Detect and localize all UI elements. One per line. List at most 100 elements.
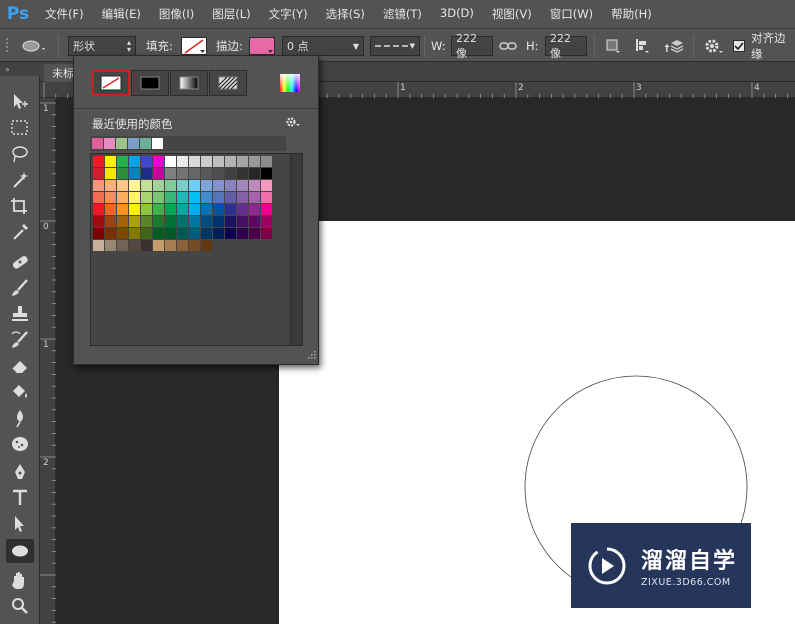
- color-swatch[interactable]: [165, 240, 176, 251]
- color-swatch[interactable]: [141, 192, 152, 203]
- history-brush-icon[interactable]: [6, 328, 34, 352]
- color-swatch[interactable]: [177, 192, 188, 203]
- color-swatch[interactable]: [237, 228, 248, 239]
- gear-icon[interactable]: [703, 36, 725, 56]
- recent-color-swatch[interactable]: [92, 138, 103, 149]
- color-swatch[interactable]: [117, 156, 128, 167]
- color-swatch[interactable]: [153, 156, 164, 167]
- stroke-width-field[interactable]: 0 点 ▼: [282, 36, 364, 56]
- color-swatch[interactable]: [153, 180, 164, 191]
- recent-color-swatch[interactable]: [152, 138, 163, 149]
- resize-grip-icon[interactable]: [308, 349, 316, 362]
- color-swatch[interactable]: [129, 156, 140, 167]
- color-swatch[interactable]: [165, 192, 176, 203]
- color-swatch[interactable]: [201, 180, 212, 191]
- rectangular-marquee-icon[interactable]: [6, 116, 34, 140]
- color-swatch[interactable]: [177, 180, 188, 191]
- color-swatch[interactable]: [129, 228, 140, 239]
- color-swatch[interactable]: [105, 228, 116, 239]
- color-swatch[interactable]: [177, 240, 188, 251]
- magic-wand-icon[interactable]: [6, 168, 34, 192]
- color-swatch[interactable]: [213, 216, 224, 227]
- color-swatch[interactable]: [249, 156, 260, 167]
- color-swatch[interactable]: [225, 168, 236, 179]
- color-swatch[interactable]: [249, 192, 260, 203]
- color-swatch[interactable]: [93, 192, 104, 203]
- color-swatch[interactable]: [117, 216, 128, 227]
- color-swatch[interactable]: [117, 228, 128, 239]
- color-swatch[interactable]: [213, 156, 224, 167]
- pattern-button[interactable]: [209, 70, 247, 96]
- type-tool-icon[interactable]: [6, 486, 34, 510]
- color-swatch[interactable]: [177, 228, 188, 239]
- color-swatch[interactable]: [201, 228, 212, 239]
- color-swatch[interactable]: [237, 156, 248, 167]
- mode-select[interactable]: 形状 ▴ ▾: [68, 36, 136, 56]
- color-swatch[interactable]: [165, 216, 176, 227]
- lasso-icon[interactable]: [6, 142, 34, 166]
- tool-preset-picker[interactable]: [20, 29, 50, 63]
- color-swatch[interactable]: [189, 216, 200, 227]
- color-swatch[interactable]: [105, 240, 116, 251]
- color-swatch[interactable]: [201, 216, 212, 227]
- color-swatch[interactable]: [237, 192, 248, 203]
- crop-tool-icon[interactable]: [6, 194, 34, 218]
- path-operations-icon[interactable]: [604, 37, 622, 55]
- menu-item[interactable]: 3D(D): [431, 6, 483, 22]
- color-swatch[interactable]: [93, 156, 104, 167]
- eyedropper-icon[interactable]: [6, 220, 34, 244]
- menu-item[interactable]: 文件(F): [36, 6, 93, 22]
- path-selection-icon[interactable]: [6, 512, 34, 536]
- width-field[interactable]: 222 像: [451, 32, 493, 60]
- color-swatch[interactable]: [189, 228, 200, 239]
- color-swatch[interactable]: [249, 228, 260, 239]
- spot-healing-icon[interactable]: [6, 250, 34, 274]
- menu-item[interactable]: 图像(I): [150, 6, 203, 22]
- menu-item[interactable]: 窗口(W): [541, 6, 602, 22]
- swatches-scrollbar[interactable]: [290, 154, 302, 345]
- color-swatch[interactable]: [129, 192, 140, 203]
- color-swatch[interactable]: [261, 180, 272, 191]
- color-swatch[interactable]: [165, 168, 176, 179]
- color-swatch[interactable]: [177, 204, 188, 215]
- ellipse-tool-icon[interactable]: [6, 539, 34, 563]
- stroke-type-select[interactable]: ▼: [370, 36, 420, 56]
- zoom-tool-icon[interactable]: [6, 594, 34, 618]
- collapse-grip-icon[interactable]: »: [0, 62, 40, 76]
- color-swatch[interactable]: [225, 216, 236, 227]
- color-swatch[interactable]: [153, 168, 164, 179]
- color-swatch[interactable]: [177, 168, 188, 179]
- color-swatch[interactable]: [141, 180, 152, 191]
- color-swatch[interactable]: [129, 168, 140, 179]
- color-swatch[interactable]: [93, 168, 104, 179]
- color-swatch[interactable]: [237, 216, 248, 227]
- color-swatch[interactable]: [261, 168, 272, 179]
- recent-color-swatch[interactable]: [140, 138, 151, 149]
- color-swatch[interactable]: [261, 216, 272, 227]
- color-swatch[interactable]: [117, 192, 128, 203]
- path-alignment-icon[interactable]: [633, 37, 651, 55]
- color-swatch[interactable]: [93, 204, 104, 215]
- brush-tool-icon[interactable]: [6, 276, 34, 300]
- color-swatch[interactable]: [213, 228, 224, 239]
- color-picker-button[interactable]: [280, 74, 300, 95]
- color-swatch[interactable]: [141, 228, 152, 239]
- color-swatch[interactable]: [105, 168, 116, 179]
- solid-color-button[interactable]: [131, 70, 169, 96]
- color-swatch[interactable]: [237, 168, 248, 179]
- color-swatch[interactable]: [177, 216, 188, 227]
- color-swatch[interactable]: [261, 156, 272, 167]
- stroke-swatch[interactable]: [249, 37, 275, 55]
- color-swatch[interactable]: [261, 192, 272, 203]
- color-swatch[interactable]: [225, 156, 236, 167]
- color-swatch[interactable]: [129, 204, 140, 215]
- color-swatch[interactable]: [129, 240, 140, 251]
- color-swatch[interactable]: [189, 180, 200, 191]
- color-swatch[interactable]: [261, 228, 272, 239]
- color-swatch[interactable]: [201, 192, 212, 203]
- color-swatch[interactable]: [153, 216, 164, 227]
- color-swatch[interactable]: [117, 204, 128, 215]
- color-swatch[interactable]: [105, 156, 116, 167]
- color-swatch[interactable]: [249, 216, 260, 227]
- color-swatch[interactable]: [189, 204, 200, 215]
